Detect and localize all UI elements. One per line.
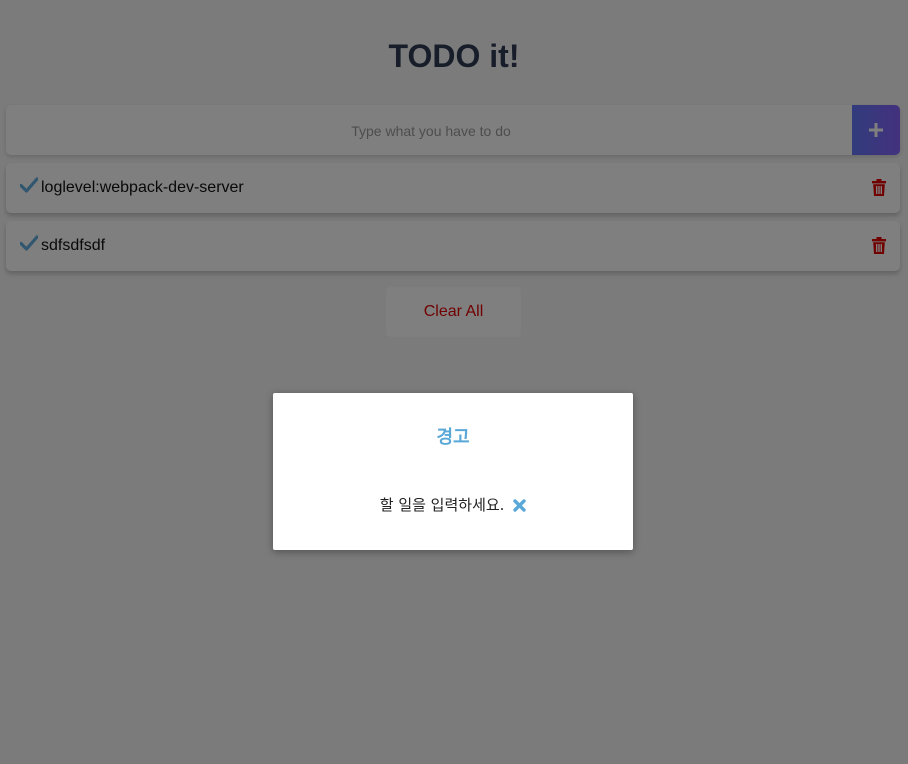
- close-icon[interactable]: [513, 499, 526, 512]
- modal-message: 할 일을 입력하세요.: [379, 496, 505, 514]
- modal-overlay[interactable]: [0, 0, 908, 764]
- alert-modal: 경고 할 일을 입력하세요.: [273, 393, 633, 550]
- modal-title: 경고: [436, 427, 470, 448]
- modal-body: 할 일을 입력하세요.: [273, 494, 633, 516]
